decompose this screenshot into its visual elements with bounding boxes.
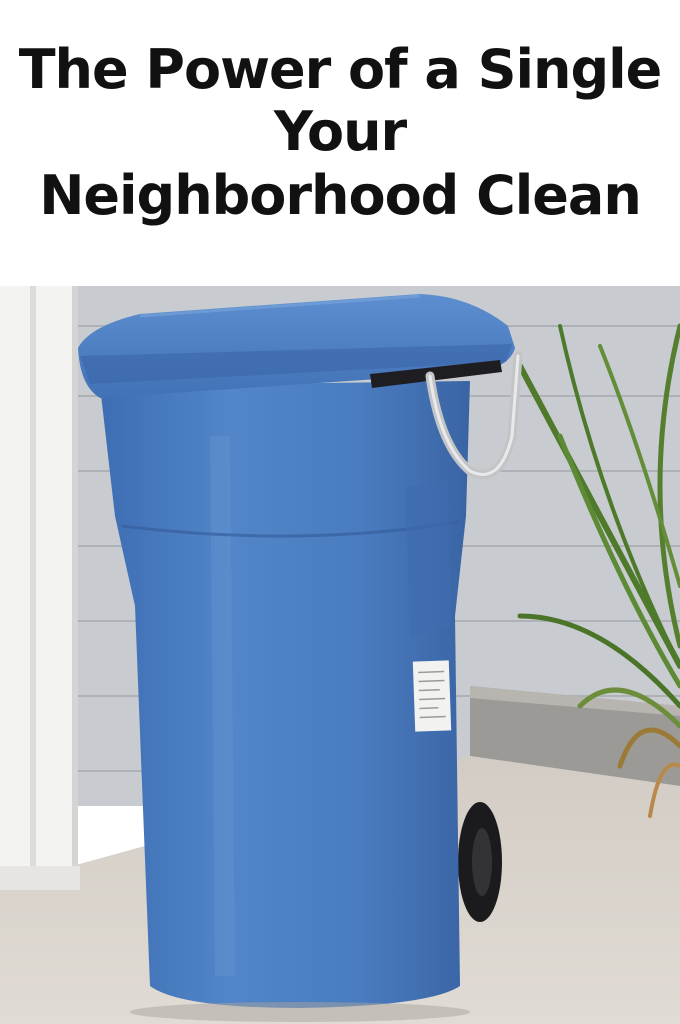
trash-bin-photo bbox=[0, 286, 680, 1024]
bin-label-sticker bbox=[412, 660, 452, 732]
title-line-1: The Power of a Single bbox=[18, 38, 663, 101]
title-line-3: Neighborhood Clean bbox=[39, 164, 642, 227]
title-line-2: Your bbox=[273, 100, 407, 163]
title-banner: The Power of a Single Your Neighborhood … bbox=[0, 0, 680, 286]
door-trim bbox=[0, 286, 78, 876]
